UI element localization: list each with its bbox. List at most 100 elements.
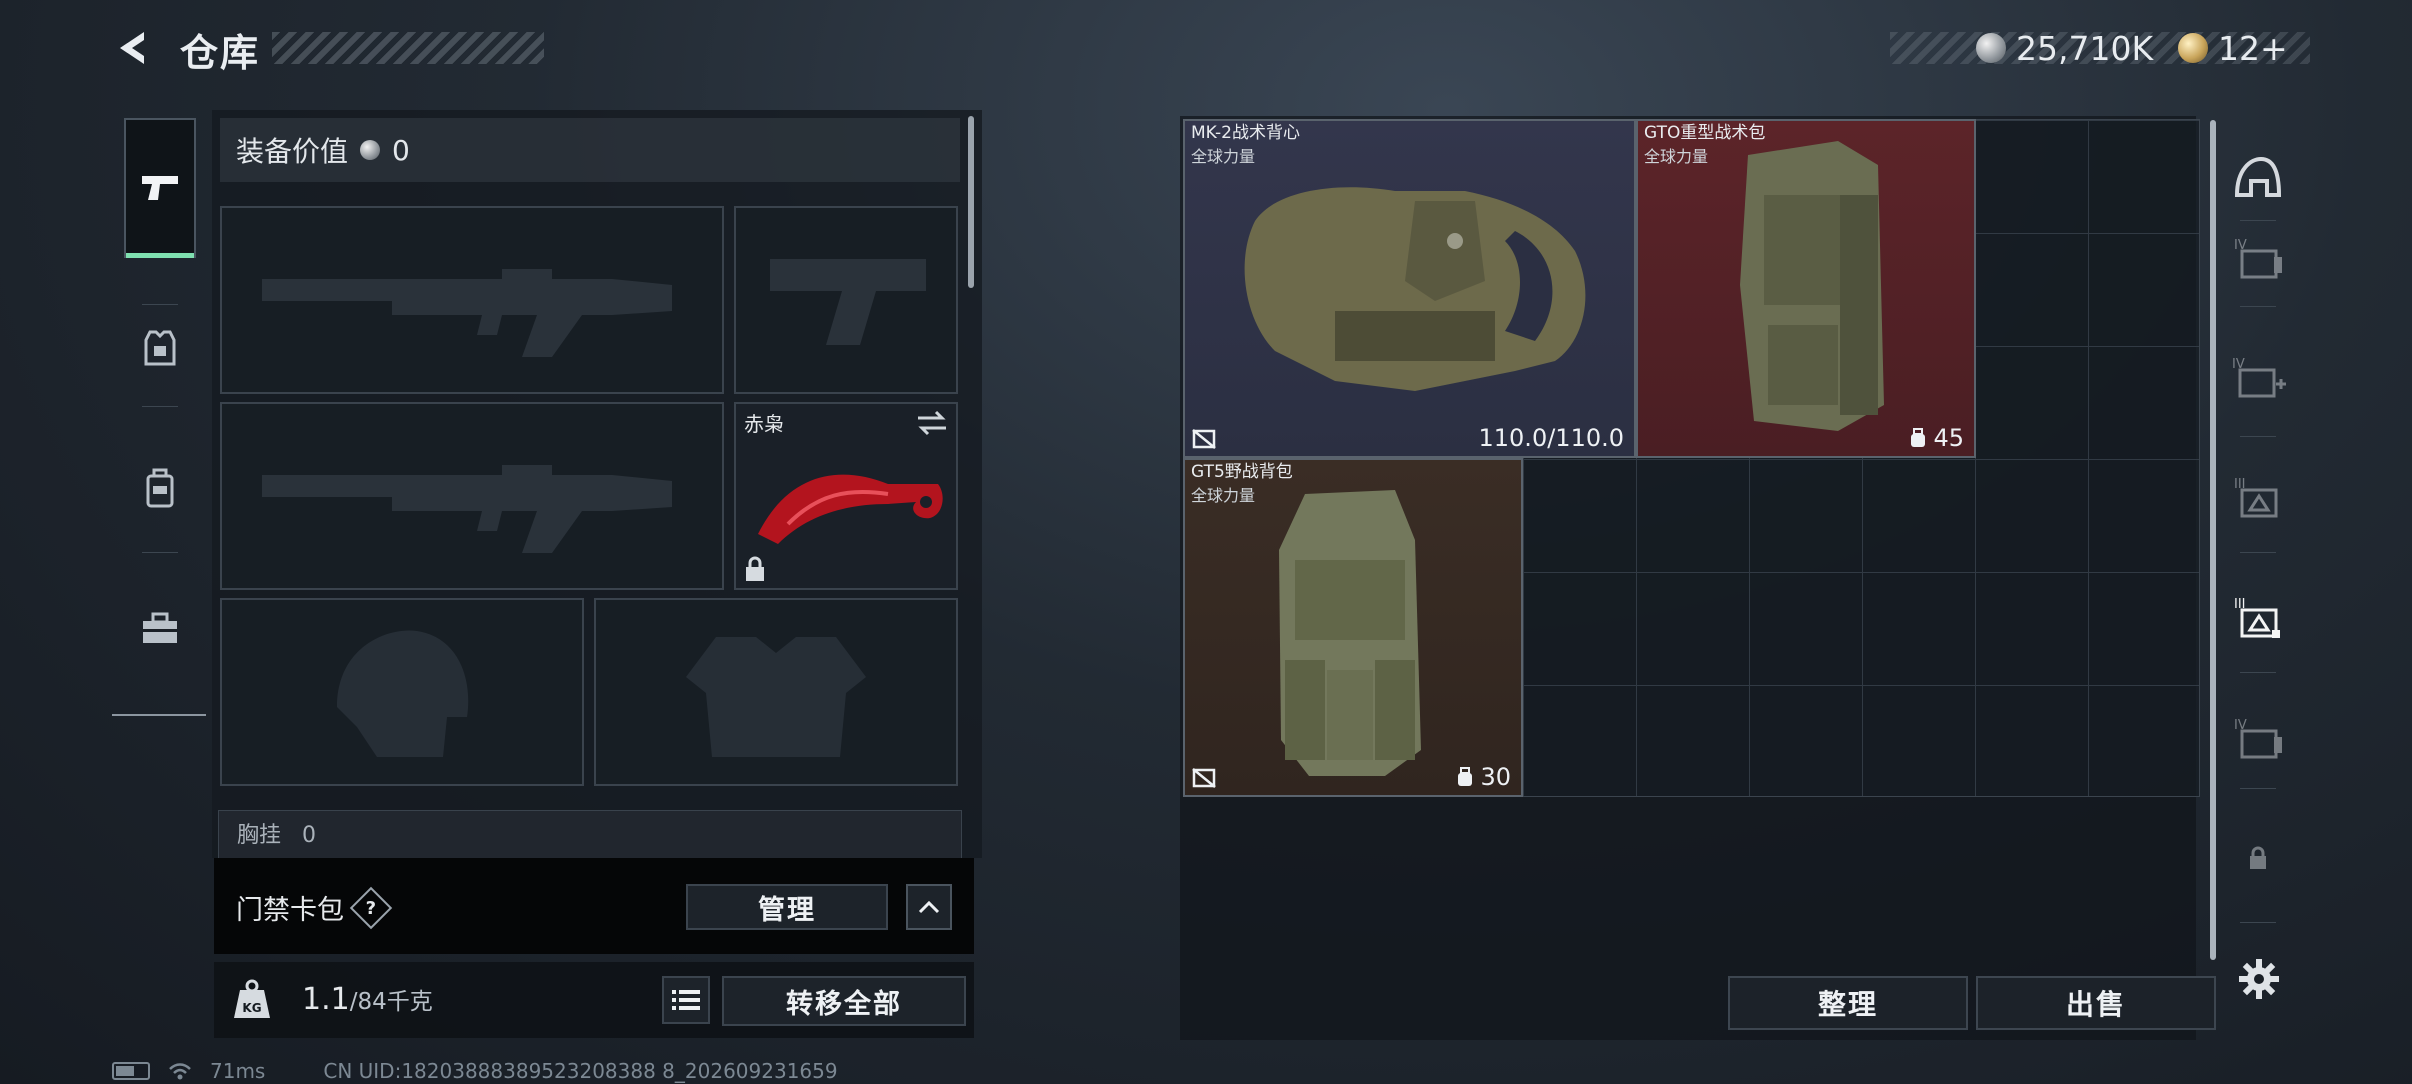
- body-armor-slot[interactable]: [594, 598, 958, 786]
- primary-weapon-slot-2[interactable]: [220, 402, 724, 590]
- rail-item-weapons[interactable]: [124, 118, 196, 258]
- list-view-button[interactable]: [662, 976, 710, 1024]
- filter-rail: IV IV III III IV: [2222, 116, 2294, 976]
- rail-item-backpack[interactable]: [124, 448, 196, 528]
- rifle-silhouette-icon: [262, 465, 672, 553]
- settings-button[interactable]: [2232, 952, 2286, 1006]
- weight-kg-icon: KG: [234, 979, 270, 1018]
- stash-scrollbar[interactable]: [2210, 120, 2216, 960]
- help-button[interactable]: ?: [349, 886, 393, 929]
- rail-item-toolbox[interactable]: [124, 588, 196, 668]
- toolbox-icon: [143, 612, 177, 643]
- helmet-icon: [2234, 156, 2282, 197]
- weight-bar: KG 1.1/84千克 转移全部: [214, 962, 974, 1038]
- filter-tier-iv-b[interactable]: IV: [2226, 706, 2290, 770]
- status-footer: 71ms CN UID:18203888389523208388 8_20260…: [112, 1058, 838, 1084]
- card-pack-label: 门禁卡包: [236, 895, 344, 926]
- filter-tier-iv-a[interactable]: IV: [2226, 226, 2290, 290]
- back-arrow-icon: [120, 32, 144, 64]
- filter-locked[interactable]: [2226, 826, 2290, 890]
- backpack-icon: [146, 468, 174, 508]
- pistol-slot[interactable]: [734, 206, 958, 394]
- page-title: 仓库: [180, 31, 261, 75]
- equip-value-label: 装备价值: [236, 135, 349, 168]
- pistol-silhouette-icon: [770, 259, 926, 345]
- gold-currency[interactable]: 12+: [2178, 26, 2288, 70]
- expand-button[interactable]: [906, 884, 952, 930]
- capacity: 45: [1909, 424, 1964, 452]
- lock-icon: [746, 556, 764, 581]
- knife-name: 赤枭: [744, 412, 784, 436]
- swap-icon[interactable]: [916, 410, 948, 436]
- gear-icon: [2239, 959, 2279, 999]
- category-rail: [112, 108, 206, 716]
- tier-iv-case-icon: IV: [2234, 718, 2282, 759]
- gold-coin-icon: [2178, 33, 2208, 63]
- silver-amount: 25,710K: [2016, 28, 2154, 68]
- list-icon: [672, 990, 700, 1010]
- rifle-silhouette-icon: [262, 269, 672, 357]
- rail-item-armor[interactable]: [124, 308, 196, 388]
- tier-iv-case-icon: IV: [2234, 238, 2282, 279]
- backpack-capacity-icon: [1911, 428, 1926, 447]
- field-backpack-image: [1279, 490, 1421, 776]
- battery-icon: [112, 1062, 150, 1080]
- equip-value: 0: [392, 133, 410, 167]
- weight-current: 1.1: [302, 982, 350, 1017]
- item-rarity: 全球力量: [1644, 147, 1709, 166]
- silver-coin-icon: [360, 140, 381, 160]
- filter-tier-iii-active[interactable]: III: [2226, 586, 2290, 650]
- equip-value-row: 装备价值 0: [220, 118, 960, 182]
- lock-icon: [2250, 846, 2266, 869]
- karambit-icon: [758, 474, 943, 544]
- uid: CN UID:18203888389523208388 8_2026092316…: [323, 1059, 838, 1083]
- helmet-slot[interactable]: [220, 598, 584, 786]
- title-decoration: [272, 32, 544, 64]
- armor-icon: [144, 330, 176, 366]
- silver-coin-icon: [1976, 33, 2006, 63]
- chest-rig-row[interactable]: 胸挂 0: [218, 810, 962, 860]
- capacity: 30: [1456, 763, 1511, 791]
- tier-iii-case-icon: III: [2234, 477, 2278, 518]
- item-name: GT5野战背包: [1191, 462, 1293, 482]
- tactical-vest-image: [1244, 187, 1586, 391]
- chevron-up-icon: [918, 900, 940, 914]
- knife-slot[interactable]: 赤枭: [734, 402, 958, 590]
- loadout-scrollbar[interactable]: [968, 116, 974, 288]
- silver-currency[interactable]: 25,710K: [1976, 26, 2153, 70]
- back-button[interactable]: [112, 26, 156, 70]
- stash-item-field-pack[interactable]: GT5野战背包 全球力量 30: [1183, 458, 1523, 797]
- sort-button[interactable]: 整理: [1728, 976, 1968, 1030]
- primary-weapon-slot-1[interactable]: [220, 206, 724, 394]
- pistol-icon: [142, 176, 178, 200]
- svg-text:KG: KG: [242, 1001, 261, 1015]
- durability: 110.0/110.0: [1478, 424, 1625, 452]
- no-insure-icon: [1192, 429, 1216, 449]
- chest-rig-label: 胸挂: [237, 823, 282, 848]
- item-rarity: 全球力量: [1191, 486, 1256, 505]
- transfer-all-button[interactable]: 转移全部: [722, 976, 966, 1026]
- backpack-capacity-icon: [1458, 767, 1473, 786]
- card-pack-bar: 门禁卡包 ? 管理: [214, 858, 974, 954]
- filter-tier-iii[interactable]: III: [2226, 466, 2290, 530]
- filter-tier-iv-med[interactable]: IV: [2226, 346, 2290, 410]
- helmet-silhouette-icon: [337, 630, 469, 757]
- manage-button[interactable]: 管理: [686, 884, 888, 930]
- no-insure-icon: [1192, 768, 1216, 788]
- ping: 71ms: [210, 1059, 266, 1083]
- armor-silhouette-icon: [686, 637, 866, 757]
- weight-readout: 1.1/84千克: [302, 982, 433, 1017]
- card-pack: 门禁卡包 ?: [236, 886, 393, 929]
- stash-item-vest[interactable]: MK-2战术背心 全球力量 110.0/110.0: [1183, 119, 1636, 458]
- tier-iv-med-icon: IV: [2232, 357, 2286, 398]
- chest-rig-value: 0: [302, 823, 317, 848]
- tier-iii-active-icon: III: [2234, 597, 2280, 638]
- wifi-icon: [169, 1063, 191, 1080]
- stash-item-heavy-pack[interactable]: GTO重型战术包 全球力量 45: [1636, 119, 1976, 458]
- heavy-backpack-image: [1740, 141, 1884, 431]
- weight-max: /84千克: [349, 989, 433, 1015]
- item-name: MK-2战术背心: [1191, 123, 1300, 143]
- filter-helmet[interactable]: [2226, 146, 2290, 210]
- sell-button[interactable]: 出售: [1976, 976, 2216, 1030]
- gold-amount: 12+: [2218, 28, 2288, 68]
